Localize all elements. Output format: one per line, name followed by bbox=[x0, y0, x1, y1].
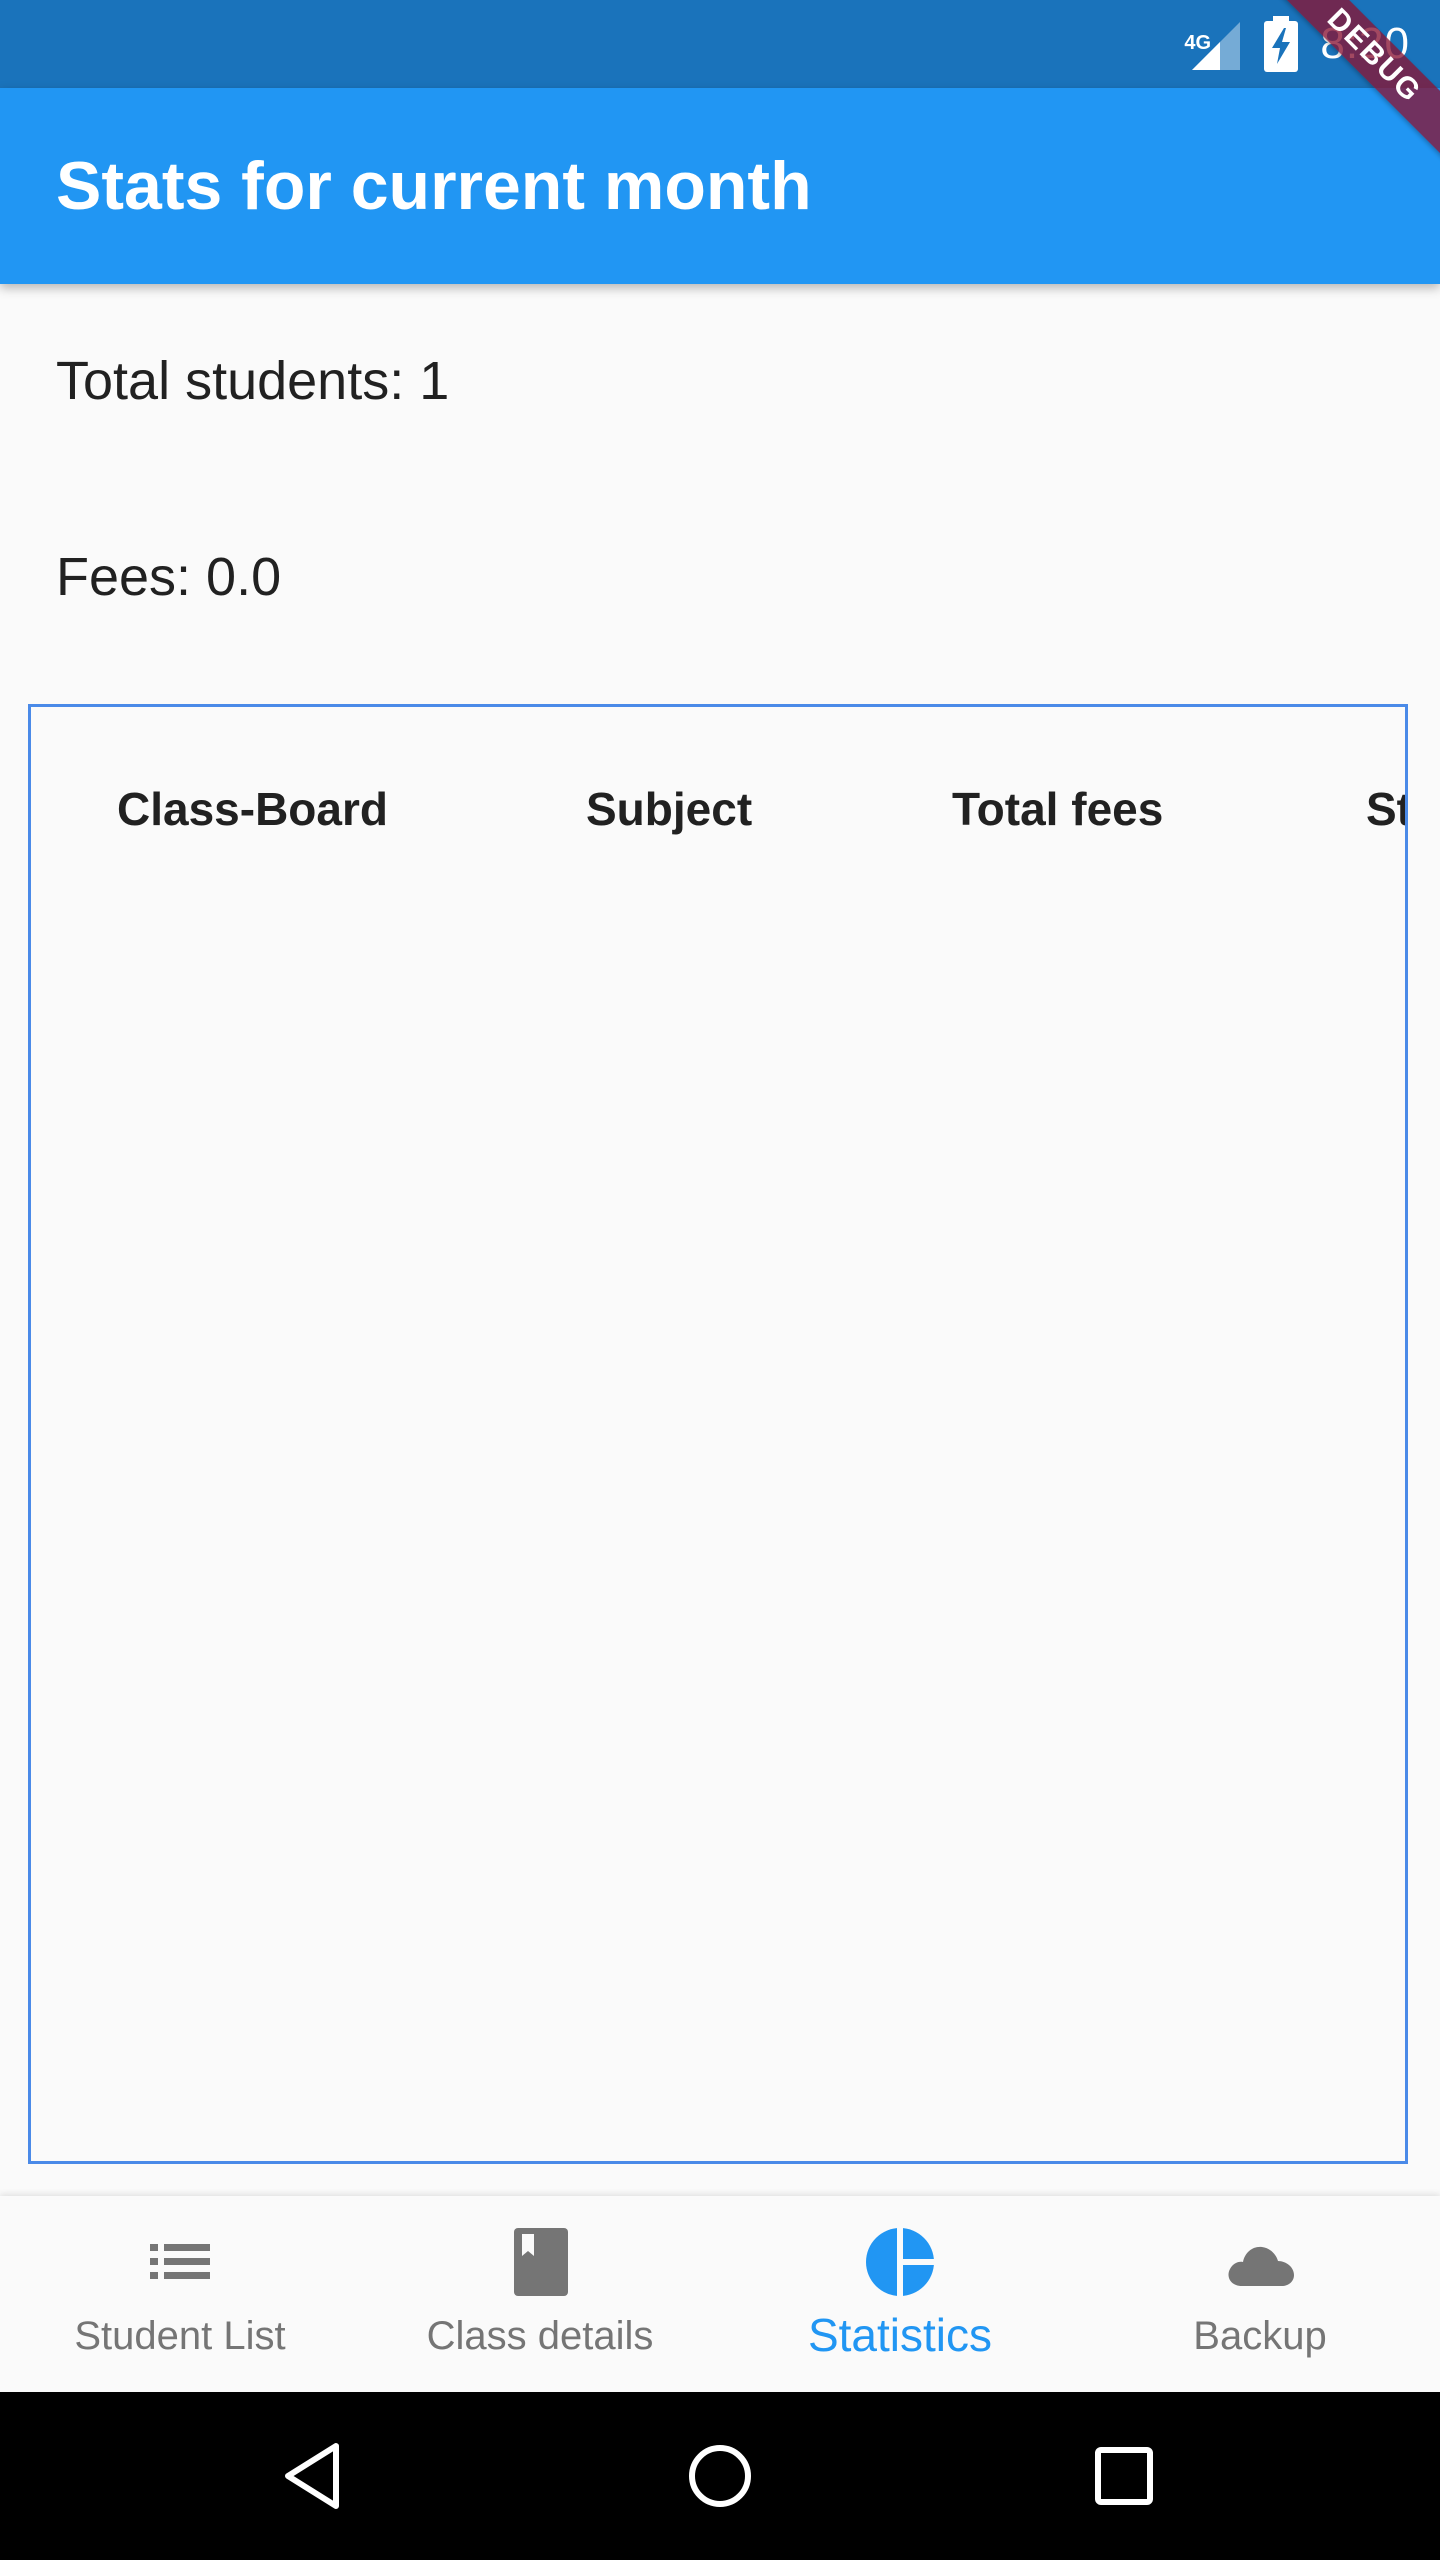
column-header-total-fees: Total fees bbox=[952, 783, 1164, 835]
cloud-icon bbox=[1224, 2226, 1296, 2298]
back-icon[interactable] bbox=[276, 2436, 356, 2516]
system-navigation-bar bbox=[0, 2392, 1440, 2560]
pie-chart-icon bbox=[864, 2226, 936, 2298]
column-header-students: St bbox=[1366, 783, 1408, 835]
status-bar: 4G 8:20 bbox=[0, 0, 1440, 88]
total-students-text: Total students: 1 bbox=[56, 351, 450, 411]
stats-table[interactable]: Class-Board Subject Total fees St bbox=[28, 704, 1408, 2164]
nav-label-statistics: Statistics bbox=[807, 2309, 993, 2361]
list-icon bbox=[144, 2226, 216, 2298]
nav-item-statistics[interactable]: Statistics bbox=[720, 2196, 1080, 2392]
signal-icon: 4G bbox=[1184, 16, 1242, 72]
app-bar: Stats for current month bbox=[0, 88, 1440, 284]
nav-item-backup[interactable]: Backup bbox=[1080, 2196, 1440, 2392]
nav-item-student-list[interactable]: Student List bbox=[0, 2196, 360, 2392]
recents-icon[interactable] bbox=[1084, 2436, 1164, 2516]
fees-text: Fees: 0.0 bbox=[56, 547, 282, 607]
battery-charging-icon bbox=[1264, 16, 1299, 72]
column-header-class-board: Class-Board bbox=[117, 783, 388, 835]
home-icon[interactable] bbox=[680, 2436, 760, 2516]
nav-label-backup: Backup bbox=[1193, 2314, 1327, 2358]
bottom-navigation: Student List Class details Statistics Ba… bbox=[0, 2196, 1440, 2392]
nav-label-class-details: Class details bbox=[426, 2314, 654, 2358]
column-header-subject: Subject bbox=[586, 783, 753, 835]
table-header-row: Class-Board Subject Total fees St bbox=[31, 707, 1405, 911]
book-icon bbox=[504, 2226, 576, 2298]
network-type-label: 4G bbox=[1184, 32, 1212, 54]
page-title: Stats for current month bbox=[56, 148, 812, 224]
nav-item-class-details[interactable]: Class details bbox=[360, 2196, 720, 2392]
nav-label-student-list: Student List bbox=[74, 2314, 286, 2358]
